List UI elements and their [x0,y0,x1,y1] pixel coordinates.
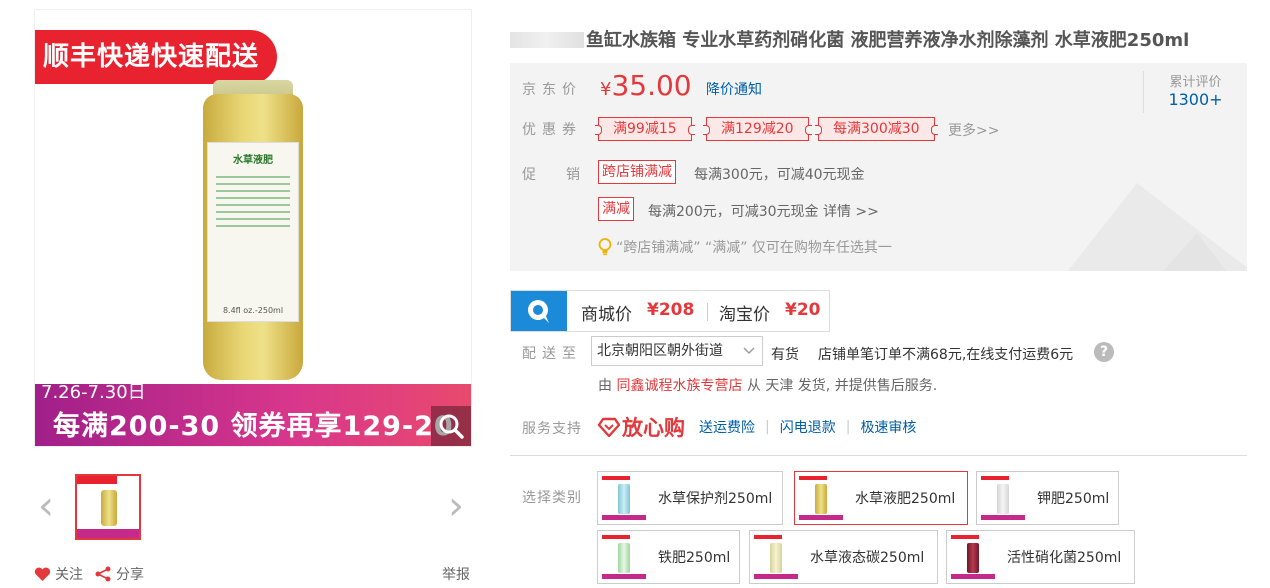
cross-store-discount-text: 每满300元，可减40元现金 [694,167,865,183]
variant-option[interactable]: 钾肥250ml [976,471,1119,525]
price-currency: ¥ [600,79,612,100]
variant-name: 水草液肥250ml [855,491,956,507]
follow-button[interactable]: 关注 [34,564,83,584]
share-label: 分享 [116,567,144,583]
bottle-label-title: 水草液肥 [233,155,273,166]
bottle-label-volume: 8.4fl oz.-250ml [222,306,284,315]
store-link[interactable]: 同鑫诚程水族专营店 [616,378,742,394]
reviews-count: 1300+ [1168,90,1223,109]
service-fast-refund[interactable]: 闪电退款 [780,417,836,437]
fangxingou-badge[interactable]: 放心购 [598,412,685,442]
variant-option[interactable]: 铁肥250ml [597,530,740,584]
coupon-300-30[interactable]: 每满300减30 [815,117,938,141]
freight-info: 店铺单笔订单不满68元,在线支付运费6元 [818,347,1074,363]
variant-name: 钾肥250ml [1037,491,1110,507]
price-label: 京东价 [522,82,582,98]
service-fast-review[interactable]: 极速审核 [860,417,916,437]
zoom-icon[interactable] [431,406,471,446]
blurred-brand [510,32,584,48]
variant-thumbnail [951,535,995,579]
follow-label: 关注 [55,567,83,583]
diamond-heart-icon [598,417,620,437]
service-support: 放心购 送运费险 | 闪电退款 | 极速审核 [598,412,916,442]
promo-label: 促销 [522,167,610,183]
delivery-label: 配送至 [522,346,582,362]
variant-option[interactable]: 活性硝化菌250ml [946,530,1135,584]
jd-price: ¥35.00 [600,69,692,102]
chevron-down-icon [742,337,756,375]
service-freight-insurance[interactable]: 送运费险 [699,417,755,437]
mall-price-label: 商城价 [581,305,632,325]
variant-thumbnail [981,476,1025,520]
seller-info: 由 同鑫诚程水族专营店 从 天津 发货, 并提供售后服务. [598,375,937,395]
promo-tip-text: “跨店铺满减” “满减” 仅可在购物车任选其一 [616,240,892,256]
lightbulb-icon [598,238,612,256]
delivery-address-select[interactable]: 北京朝阳区朝外街道 [591,336,763,366]
discount-details-link[interactable]: 每满200元，可减30元现金 详情 >> [648,201,879,221]
compare-logo-icon [511,291,567,331]
coupon-99-15[interactable]: 满99减15 [595,117,695,141]
product-bottle-illustration: 水草液肥 8.4fl oz.-250ml [203,80,303,380]
next-thumb-arrow[interactable]: › [444,486,468,526]
thumbnail-selected[interactable] [75,474,141,540]
product-title: 鱼缸水族箱 专业水草药剂硝化菌 液肥营养液净水剂除藻剂 水草液肥250ml [510,26,1189,52]
discount-tag: 满减 [598,197,634,221]
cross-store-discount-tag: 跨店铺满减 [598,160,676,184]
section-divider [510,455,1247,456]
variant-thumbnail [754,535,798,579]
freight-help-icon[interactable]: ? [1094,342,1114,362]
main-product-image[interactable]: 顺丰快递快速配送 水草液肥 8.4fl oz.-250ml 7.26-7.30日… [34,9,472,447]
price-comparison: 商城价 ¥208 淘宝价 ¥20 [510,290,830,332]
variant-label: 选择类别 [522,490,582,506]
report-link[interactable]: 举报 [442,564,470,584]
price-summary-panel: 京东价 ¥35.00 降价通知 累计评价 1300+ 优惠券 满99减15 满1… [510,63,1247,271]
coupon-label: 优惠券 [522,122,582,138]
product-title-text: 鱼缸水族箱 专业水草药剂硝化菌 液肥营养液净水剂除藻剂 水草液肥250ml [586,30,1190,51]
variant-thumbnail [602,535,646,579]
shipping-banner: 顺丰快递快速配送 [35,30,278,84]
variant-name: 水草保护剂250ml [658,491,773,507]
seller-suffix: 从 天津 发货, 并提供售后服务. [746,378,938,394]
price-drop-notice-link[interactable]: 降价通知 [706,79,762,99]
stock-status: 有货 [771,347,799,363]
variant-name: 铁肥250ml [658,550,731,566]
coupon-129-20[interactable]: 满129减20 [703,117,812,141]
prev-thumb-arrow[interactable]: ‹ [34,486,58,526]
share-icon [95,566,111,582]
promo-banner: 7.26-7.30日 每满200-30 领券再享129-20 [35,382,471,446]
promo-date: 7.26-7.30日 [41,382,146,403]
promo-tip: “跨店铺满减” “满减” 仅可在购物车任选其一 [598,237,892,257]
fangxingou-label: 放心购 [622,416,685,440]
cumulative-reviews[interactable]: 累计评价 1300+ [1143,71,1247,113]
variant-thumbnail [602,476,646,520]
gallery-actions: 关注 分享 举报 [34,564,474,586]
variant-name: 水草液态碳250ml [810,550,925,566]
mall-price-value: ¥208 [647,300,695,320]
taobao-price-value: ¥20 [785,300,821,320]
heart-icon [34,567,51,581]
more-coupons-link[interactable]: 更多>> [948,120,999,140]
delivery-address-value: 北京朝阳区朝外街道 [597,343,723,359]
service-label: 服务支持 [522,421,582,437]
share-button[interactable]: 分享 [94,564,144,584]
price-value: 35.00 [611,69,692,102]
background-decoration [1067,183,1247,271]
variant-option-selected[interactable]: 水草液肥250ml [794,471,968,525]
variant-option[interactable]: 水草保护剂250ml [597,471,783,525]
variant-name: 活性硝化菌250ml [1007,550,1122,566]
reviews-label: 累计评价 [1169,75,1222,90]
seller-prefix: 由 [598,378,612,394]
taobao-price-label: 淘宝价 [719,305,770,325]
variant-thumbnail [799,476,843,520]
variant-option[interactable]: 水草液态碳250ml [749,530,938,584]
promo-text: 每满200-30 领券再享129-20 [53,411,454,442]
thumbnail-strip: ‹ › [34,472,472,542]
